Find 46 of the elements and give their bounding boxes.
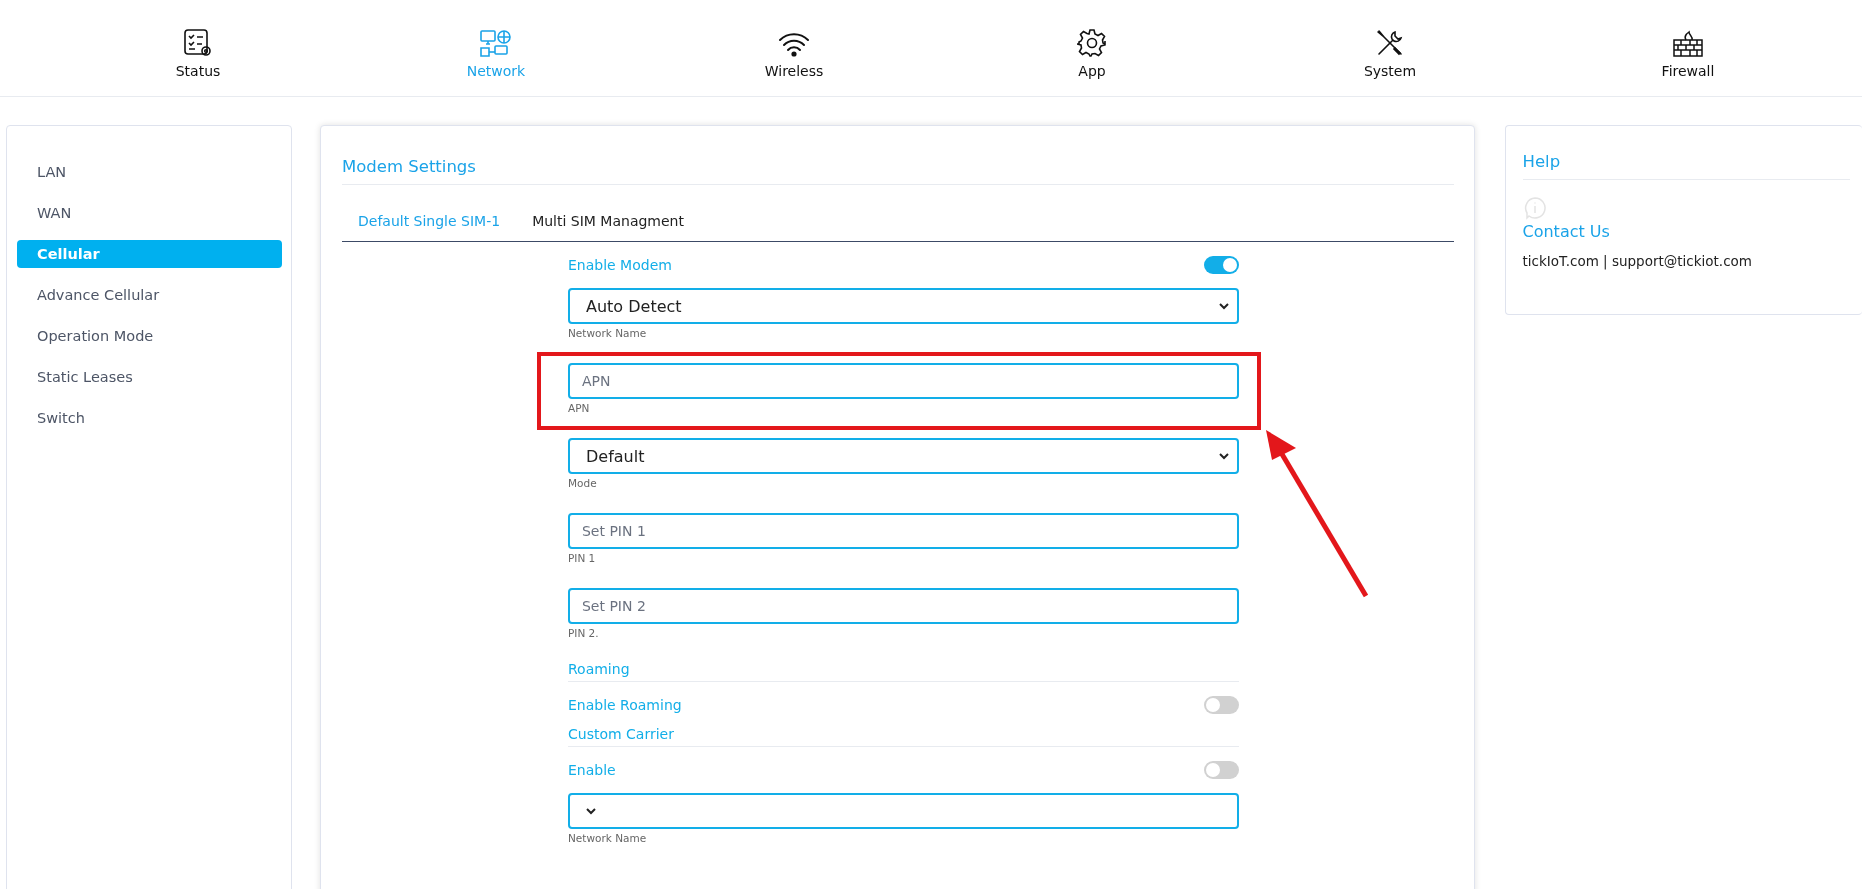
tab[interactable]: Multi SIM Managment	[532, 209, 684, 241]
nav-tab[interactable]: Firewall	[1539, 0, 1837, 96]
nav-tab[interactable]: Status	[49, 0, 347, 96]
toggle-label: Enable Modem	[568, 257, 672, 273]
field-caption: PIN 1	[568, 553, 597, 564]
network-icon	[478, 28, 514, 58]
sidebar-item[interactable]: LAN	[17, 158, 282, 186]
sidebar-item[interactable]: WAN	[17, 199, 282, 227]
dropdown[interactable]	[568, 793, 1239, 829]
field-caption: APN	[568, 403, 591, 414]
sidebar-item[interactable]: Switch	[17, 404, 282, 432]
dropdown[interactable]: Default	[568, 438, 1239, 474]
nav-tab[interactable]: App	[943, 0, 1241, 96]
sidebar-item[interactable]: Operation Mode	[17, 322, 282, 350]
contact-text: tickIoT.com | support@tickiot.com	[1522, 253, 1753, 269]
wifi-icon	[778, 30, 810, 58]
input-field[interactable]: Set PIN 2	[568, 588, 1239, 624]
input-field[interactable]: APN	[568, 363, 1239, 399]
nav-tab[interactable]: Wireless	[645, 0, 943, 96]
contact-heading: Contact Us	[1522, 222, 1611, 241]
toggle-label: Enable	[568, 762, 616, 778]
toggle-switch[interactable]	[1204, 696, 1239, 714]
section-heading: Custom Carrier	[568, 726, 1239, 747]
panel-title: Help	[1522, 152, 1850, 180]
section-heading: Roaming	[568, 661, 1239, 682]
field-caption: Network Name	[568, 833, 648, 844]
sidebar-item[interactable]: Advance Cellular	[17, 281, 282, 309]
toggle-switch[interactable]	[1204, 256, 1239, 274]
chevron-down-icon	[1219, 302, 1229, 310]
dropdown[interactable]: Auto Detect	[568, 288, 1239, 324]
settings-icon	[1077, 28, 1107, 58]
field-caption: Mode	[568, 478, 598, 489]
toggle-label: Enable Roaming	[568, 697, 682, 713]
firewall-icon	[1672, 30, 1704, 58]
info-icon	[1522, 196, 1547, 220]
chevron-down-icon	[586, 807, 596, 815]
toggle-switch[interactable]	[1204, 761, 1239, 779]
field-caption: Network Name	[568, 328, 648, 339]
tools-icon	[1375, 28, 1405, 58]
sidebar-item[interactable]: Static Leases	[17, 363, 282, 391]
checklist-icon	[183, 28, 213, 58]
input-field[interactable]: Set PIN 1	[568, 513, 1239, 549]
panel-title: Modem Settings	[342, 157, 1454, 185]
field-caption: PIN 2.	[568, 628, 600, 639]
chevron-down-icon	[1219, 452, 1229, 460]
nav-tab[interactable]: System	[1241, 0, 1539, 96]
